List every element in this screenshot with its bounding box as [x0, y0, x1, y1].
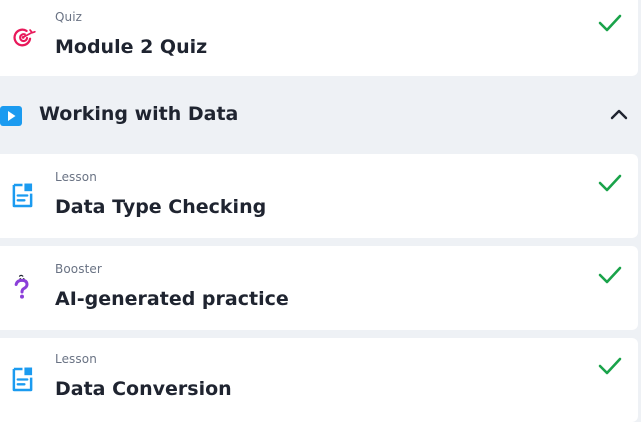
item-title: Data Type Checking [55, 196, 267, 218]
item-title: Module 2 Quiz [55, 36, 208, 58]
booster-card[interactable]: Booster AI-generated practice [0, 246, 638, 330]
chevron-up-icon[interactable] [610, 108, 628, 120]
item-type-label: Lesson [55, 170, 97, 184]
document-icon [12, 367, 33, 392]
check-icon [598, 266, 622, 284]
item-type-label: Booster [55, 262, 102, 276]
check-icon [598, 357, 622, 375]
section-title: Working with Data [39, 103, 239, 125]
play-icon [0, 106, 22, 126]
quiz-card[interactable]: Quiz Module 2 Quiz [0, 0, 638, 76]
lesson-card[interactable]: Lesson Data Type Checking [0, 154, 638, 238]
item-title: AI-generated practice [55, 288, 289, 310]
section-header[interactable]: Working with Data [0, 78, 641, 154]
lesson-card[interactable]: Lesson Data Conversion [0, 338, 638, 422]
check-icon [598, 174, 622, 192]
question-icon [14, 274, 29, 299]
document-icon [12, 183, 33, 208]
item-type-label: Quiz [55, 10, 83, 24]
target-icon [13, 28, 36, 47]
check-icon [598, 14, 622, 32]
item-type-label: Lesson [55, 352, 97, 366]
item-title: Data Conversion [55, 378, 232, 400]
